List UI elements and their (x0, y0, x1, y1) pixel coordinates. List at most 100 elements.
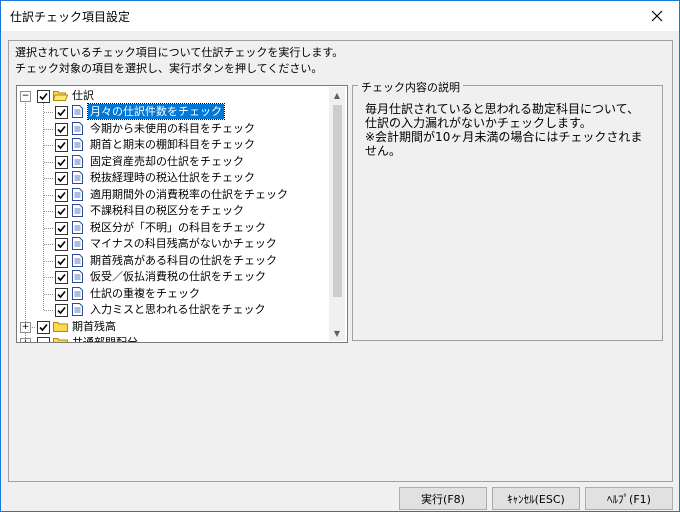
tree-item-row[interactable]: 不課税科目の税区分をチェック (17, 203, 345, 219)
document-icon (72, 204, 83, 217)
tree-item-label: 期首と期末の棚卸科目をチェック (90, 138, 255, 151)
tree-item-checkbox[interactable] (55, 122, 68, 136)
tree-item-checkbox[interactable] (55, 155, 68, 169)
tree-item-checkbox[interactable] (55, 271, 68, 284)
checkmark-icon (57, 306, 66, 315)
checkmark-icon (57, 290, 66, 298)
tree-item-checkbox[interactable] (55, 188, 68, 202)
tree-item-checkbox[interactable] (55, 106, 68, 119)
tree-item-row[interactable]: 仕訳の重複をチェック (17, 286, 345, 302)
tree-guide-h (44, 260, 53, 262)
tree-label-kishu-zandaka: 期首残高 (72, 320, 116, 333)
checkbox-shiwake[interactable] (37, 90, 50, 103)
dialog-window: 仕訳チェック項目設定 選択されているチェック項目について仕訳チェックを実行します… (0, 0, 680, 512)
tree-node-kishu-zandaka[interactable]: + 期首残高 (17, 319, 345, 335)
tree-item-checkbox[interactable] (55, 139, 68, 152)
document-icon (72, 286, 83, 300)
tree-guide-h (44, 128, 53, 130)
checkmark-icon (39, 323, 48, 332)
tree-guide-h (44, 194, 53, 196)
checkmark-icon (57, 207, 66, 216)
cancel-button[interactable]: ｷｬﾝｾﾙ(ESC) (492, 487, 580, 510)
run-button[interactable]: 実行(F8) (399, 487, 487, 510)
tree-item-label: 税区分が「不明」の科目をチェック (90, 220, 266, 234)
check-item-tree[interactable]: − 仕訳 月々の仕訳件数をチェック 今期から未使用の科目をチェック 期首と期末の棚卸… (16, 85, 348, 343)
checkmark-icon (57, 191, 66, 199)
tree-guide-h (44, 310, 53, 311)
close-button[interactable] (635, 1, 679, 31)
document-icon (72, 237, 83, 250)
document-icon (72, 154, 83, 168)
intro-text: 選択されているチェック項目について仕訳チェックを実行します。 チェック対象の項目… (15, 45, 343, 77)
checkmark-icon (57, 240, 66, 249)
tree-item-label: 不課税科目の税区分をチェック (90, 204, 244, 217)
tree-item-row[interactable]: 今期から未使用の科目をチェック (17, 121, 345, 137)
scroll-thumb[interactable] (333, 105, 342, 297)
tree-item-label: 月々の仕訳件数をチェック (87, 103, 225, 120)
document-icon (72, 187, 83, 201)
tree-guide-h (44, 277, 53, 278)
scroll-up-icon[interactable]: ▲ (329, 87, 345, 103)
folder-open-icon (53, 91, 68, 101)
intro-line-2: チェック対象の項目を選択し、実行ボタンを押してください。 (15, 62, 323, 75)
document-icon (72, 253, 83, 267)
tree-item-row[interactable]: 期首と期末の棚卸科目をチェック (17, 137, 345, 153)
tree-item-row[interactable]: 月々の仕訳件数をチェック (17, 103, 345, 120)
tree-item-checkbox[interactable] (55, 205, 68, 218)
intro-line-1: 選択されているチェック項目について仕訳チェックを実行します。 (15, 46, 344, 59)
document-icon (72, 171, 83, 184)
tree-item-label: 今期から未使用の科目をチェック (90, 121, 255, 135)
description-group-title: チェック内容の説明 (358, 79, 463, 95)
tree-item-row[interactable]: 期首残高がある科目の仕訳をチェック (17, 253, 345, 269)
document-icon (72, 220, 83, 234)
tree-item-label: マイナスの科目残高がないかチェック (90, 237, 277, 250)
tree-item-checkbox[interactable] (55, 254, 68, 268)
tree-item-checkbox[interactable] (55, 221, 68, 235)
expand-icon[interactable]: + (20, 322, 31, 333)
tree-item-row[interactable]: 固定資産売却の仕訳をチェック (17, 154, 345, 170)
tree-item-row[interactable]: 税抜経理時の税込仕訳をチェック (17, 170, 345, 186)
document-icon (72, 270, 83, 283)
checkmark-icon (57, 125, 66, 133)
tree-guide-h (44, 161, 53, 163)
scroll-down-icon[interactable]: ▼ (329, 325, 345, 341)
tree-guide-h (44, 112, 53, 113)
title-bar: 仕訳チェック項目設定 (1, 1, 679, 31)
checkmark-icon (57, 108, 66, 117)
checkmark-icon (39, 92, 48, 101)
tree-item-checkbox[interactable] (55, 172, 68, 185)
tree-guide-h (44, 145, 53, 146)
tree-item-label: 税抜経理時の税込仕訳をチェック (90, 171, 255, 184)
tree-item-row[interactable]: 税区分が「不明」の科目をチェック (17, 220, 345, 236)
checkbox-kyotsu-bumon[interactable] (37, 337, 50, 342)
tree-item-label: 仮受／仮払消費税の仕訳をチェック (90, 270, 266, 283)
tree-node-shiwake[interactable]: − 仕訳 (17, 88, 345, 104)
tree-guide-h (44, 293, 53, 295)
tree-item-checkbox[interactable] (55, 304, 68, 317)
tree-item-row[interactable]: マイナスの科目残高がないかチェック (17, 236, 345, 252)
checkmark-icon (57, 158, 66, 166)
tree-node-kyotsu-bumon[interactable]: + 共通部門配分 (17, 335, 345, 342)
tree-item-row[interactable]: 仮受／仮払消費税の仕訳をチェック (17, 269, 345, 285)
document-icon (72, 303, 83, 316)
tree-guide-h (44, 211, 53, 212)
tree-item-label: 固定資産売却の仕訳をチェック (90, 154, 244, 168)
checkmark-icon (57, 141, 66, 150)
checkmark-icon (57, 273, 66, 282)
tree-item-row[interactable]: 入力ミスと思われる仕訳をチェック (17, 302, 345, 318)
checkmark-icon (57, 174, 66, 183)
tree-guide-h (44, 227, 53, 229)
help-button[interactable]: ﾍﾙﾌﾟ(F1) (585, 487, 673, 510)
tree-item-checkbox[interactable] (55, 238, 68, 251)
expand-icon[interactable]: + (20, 338, 31, 342)
tree-item-checkbox[interactable] (55, 287, 68, 301)
collapse-icon[interactable]: − (20, 91, 31, 102)
checkbox-kishu-zandaka[interactable] (37, 321, 50, 334)
tree-item-row[interactable]: 適用期間外の消費税率の仕訳をチェック (17, 187, 345, 203)
window-title: 仕訳チェック項目設定 (10, 10, 131, 24)
tree-item-label: 仕訳の重複をチェック (90, 286, 200, 300)
document-icon (72, 138, 83, 151)
tree-scrollbar[interactable]: ▲ ▼ (329, 87, 345, 341)
folder-icon (53, 338, 68, 342)
checkmark-icon (57, 257, 66, 265)
